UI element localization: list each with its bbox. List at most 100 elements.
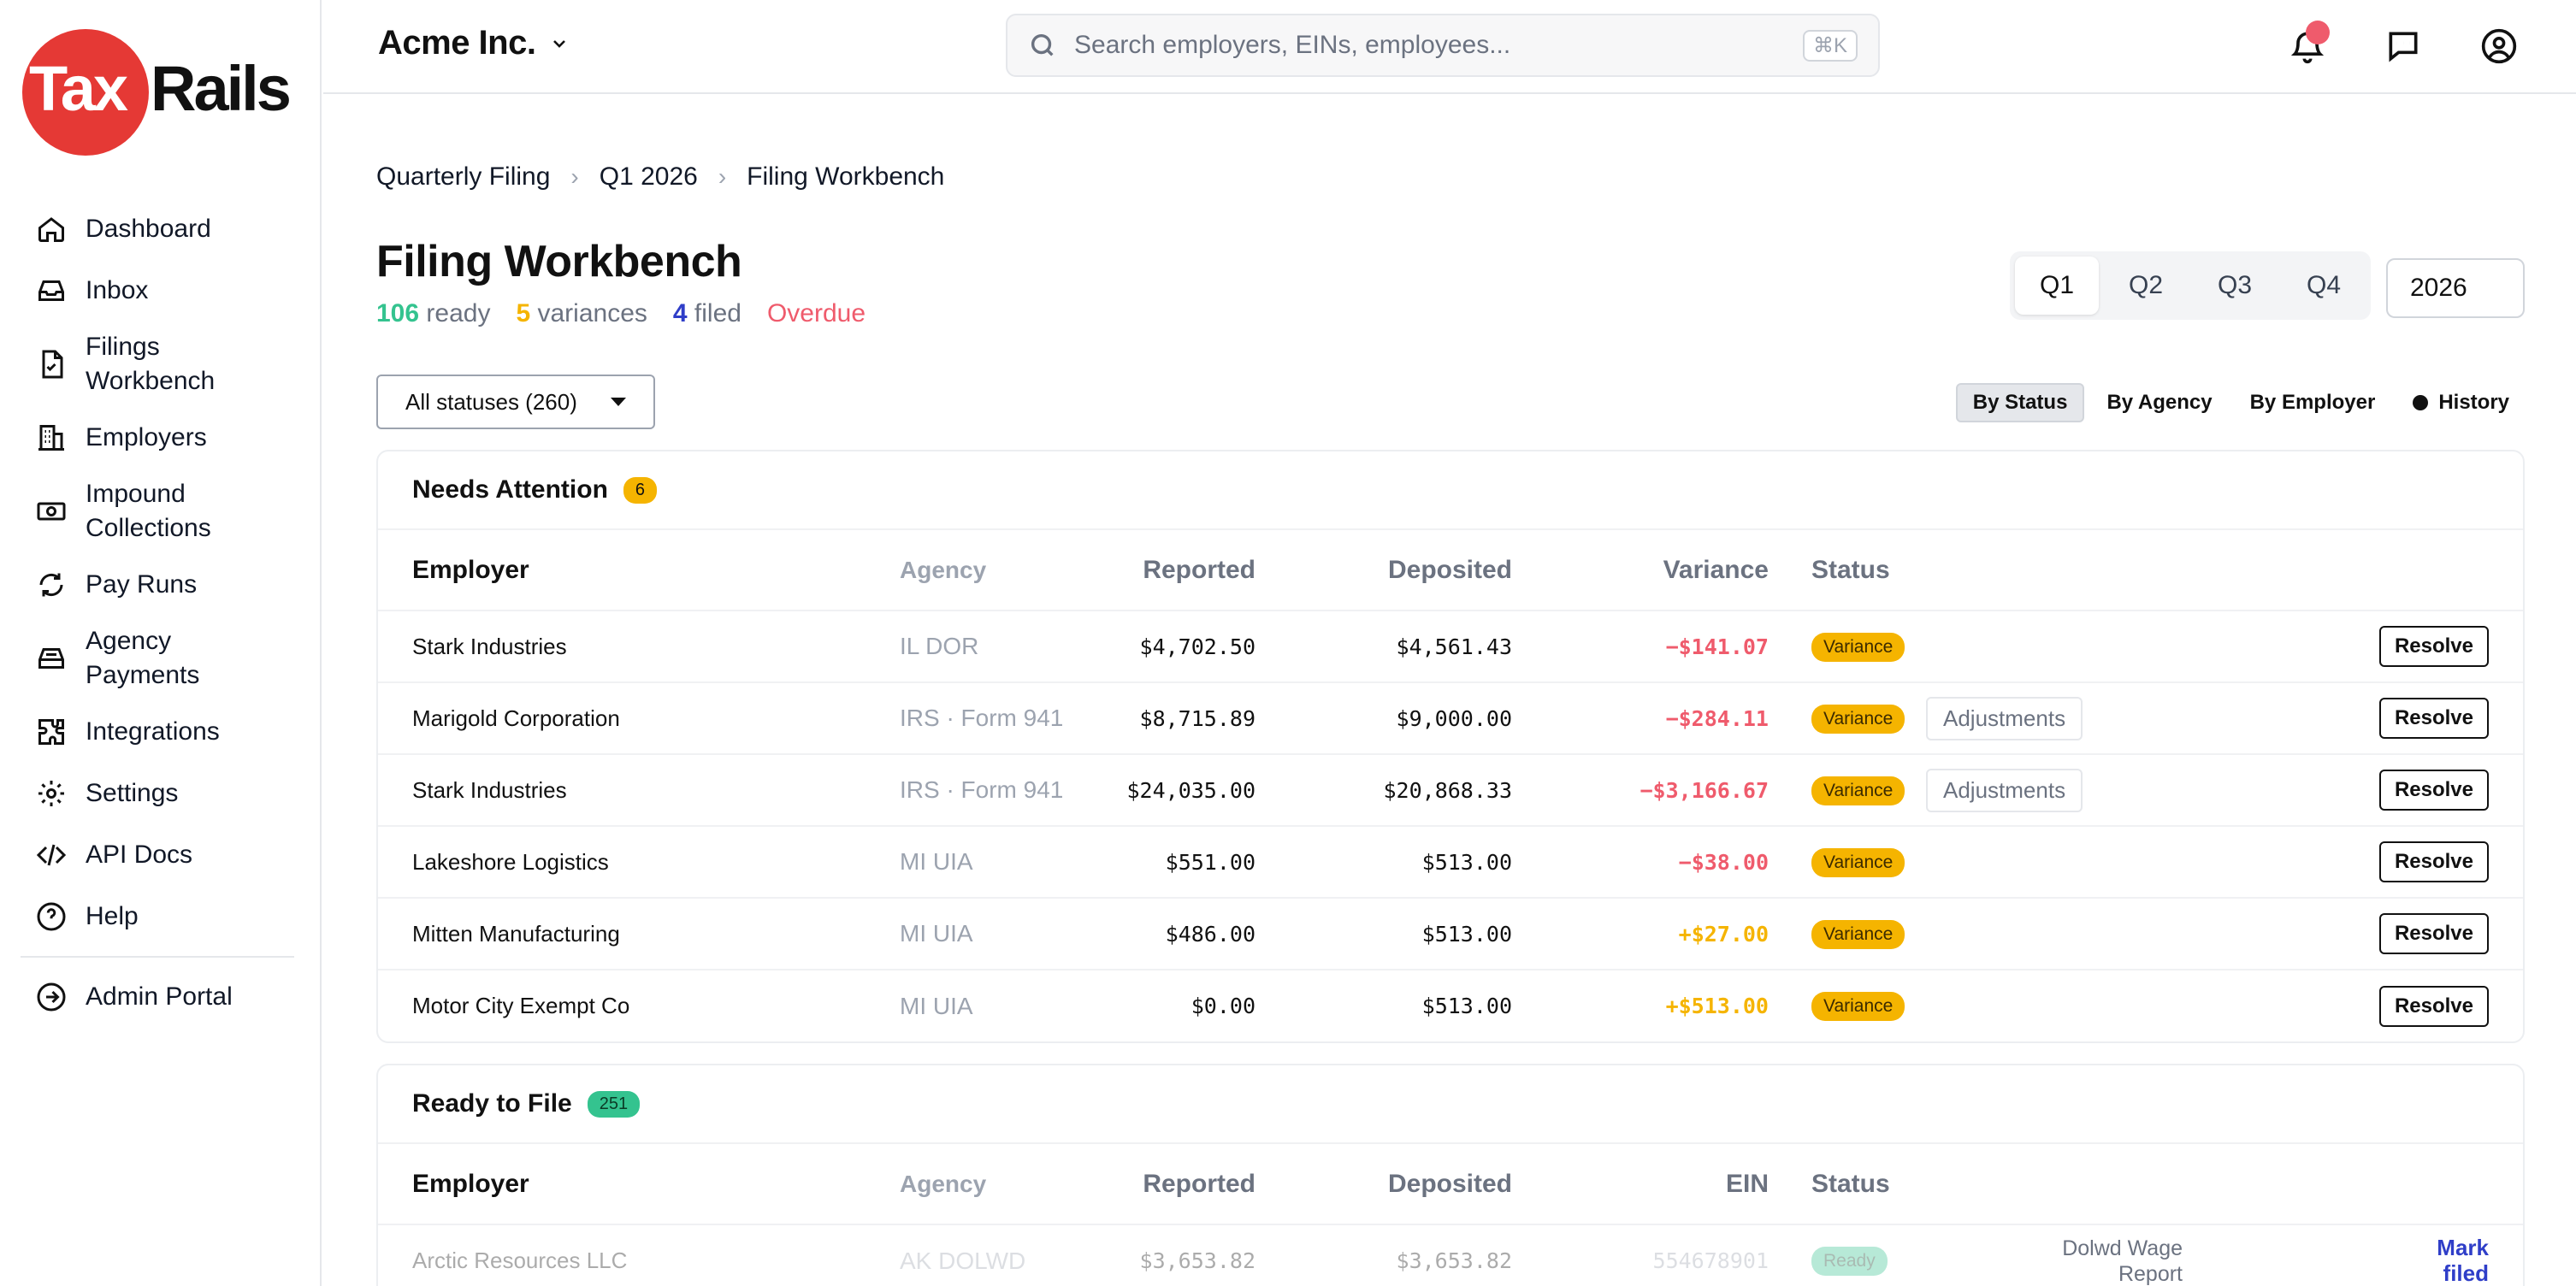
cell-employer: Arctic Resources LLC — [378, 1224, 900, 1286]
cell-status: Variance — [1769, 969, 1926, 1041]
table-row[interactable]: Lakeshore Logistics MI UIA $551.00 $513.… — [378, 825, 2523, 898]
col-employer[interactable]: Employer — [378, 1144, 900, 1224]
sidebar-nav: Dashboard Inbox Filings Workbench Employ… — [21, 198, 294, 1028]
cell-deposited: $513.00 — [1256, 969, 1512, 1041]
cell-adjustments — [1926, 969, 2183, 1041]
summary-overdue[interactable]: Overdue — [767, 299, 866, 328]
variances-count: 5 — [516, 299, 531, 327]
summary-variances[interactable]: 5 variances — [516, 299, 647, 328]
status-filter-dropdown[interactable]: All statuses (260) — [376, 375, 655, 429]
cell-reported: $8,715.89 — [1114, 681, 1256, 754]
summary-ready[interactable]: 106 ready — [376, 299, 490, 328]
col-employer[interactable]: Employer — [378, 530, 900, 611]
adjustments-button[interactable]: Adjustments — [1926, 696, 2083, 740]
sidebar-item-settings[interactable]: Settings — [21, 763, 294, 824]
quarter-q1[interactable]: Q1 — [2015, 257, 2099, 315]
sidebar-item-help[interactable]: Help — [21, 886, 294, 947]
company-name: Acme Inc. — [378, 24, 536, 62]
col-status[interactable]: Status — [1769, 530, 1926, 611]
resolve-button[interactable]: Resolve — [2378, 985, 2489, 1027]
chevron-right-icon: › — [570, 163, 579, 190]
col-status[interactable]: Status — [1769, 1144, 1926, 1224]
sidebar-item-label: Settings — [86, 779, 179, 807]
sidebar-item-employers[interactable]: Employers — [21, 407, 294, 469]
help-circle-icon — [34, 900, 68, 934]
col-agency[interactable]: Agency — [900, 530, 1114, 611]
table-header-row: Employer Agency Reported Deposited EIN S… — [378, 1144, 2523, 1224]
card-title: Needs Attention — [412, 475, 608, 504]
sidebar-item-pay-runs[interactable]: Pay Runs — [21, 554, 294, 616]
adjustments-button[interactable]: Adjustments — [1926, 768, 2083, 812]
sidebar-item-label: Help — [86, 902, 139, 930]
messages-button[interactable] — [2378, 21, 2429, 72]
inbox-icon — [34, 274, 68, 308]
account-button[interactable] — [2473, 21, 2525, 72]
card-title: Ready to File — [412, 1089, 572, 1118]
sidebar-item-agency-payments[interactable]: Agency Payments — [21, 616, 294, 701]
col-reported[interactable]: Reported — [1114, 1144, 1256, 1224]
col-deposited[interactable]: Deposited — [1256, 1144, 1512, 1224]
sidebar-item-filings-workbench[interactable]: Filings Workbench — [21, 322, 294, 407]
nav-divider — [21, 956, 294, 958]
logo-rails-text: Rails — [151, 53, 292, 124]
sidebar-item-admin-portal[interactable]: Admin Portal — [21, 966, 294, 1028]
global-search[interactable]: ⌘K — [1006, 14, 1880, 77]
cell-adjustments — [1926, 825, 2183, 898]
resolve-button[interactable]: Resolve — [2378, 770, 2489, 811]
breadcrumb-quarterly-filing[interactable]: Quarterly Filing — [376, 162, 550, 192]
resolve-button[interactable]: Resolve — [2378, 626, 2489, 667]
view-by-employer[interactable]: By Employer — [2235, 383, 2391, 422]
col-deposited[interactable]: Deposited — [1256, 530, 1512, 611]
sidebar-item-dashboard[interactable]: Dashboard — [21, 198, 294, 260]
table-row[interactable]: Arctic Resources LLC AK DOLWD $3,653.82 … — [378, 1224, 2523, 1286]
logo-tax-text: Tax — [29, 53, 128, 124]
sidebar-item-impound-collections[interactable]: Impound Collections — [21, 469, 294, 554]
mark-filed-link[interactable]: Mark filed — [2429, 1235, 2489, 1286]
quarter-q4[interactable]: Q4 — [2282, 257, 2366, 315]
view-history[interactable]: History — [2397, 383, 2525, 422]
sidebar-item-inbox[interactable]: Inbox — [21, 260, 294, 322]
cell-reported: $3,653.82 — [1114, 1224, 1256, 1286]
table-row[interactable]: Stark Industries IRS · Form 941 $24,035.… — [378, 753, 2523, 826]
status-badge: Variance — [1811, 919, 1905, 949]
year-input[interactable]: 2026 — [2386, 258, 2525, 318]
home-icon — [34, 212, 68, 246]
resolve-button[interactable]: Resolve — [2378, 841, 2489, 882]
table-row[interactable]: Mitten Manufacturing MI UIA $486.00 $513… — [378, 897, 2523, 970]
report-type: Dolwd Wage Report — [2062, 1236, 2183, 1286]
cell-status: Variance — [1769, 897, 1926, 970]
company-switcher[interactable]: Acme Inc. — [378, 24, 570, 62]
col-ein[interactable]: EIN — [1512, 1144, 1769, 1224]
status-filter-value: All statuses (260) — [405, 388, 577, 415]
col-action — [2183, 1144, 2523, 1224]
caret-down-icon — [611, 398, 626, 406]
table-row[interactable]: Motor City Exempt Co MI UIA $0.00 $513.0… — [378, 969, 2523, 1041]
sidebar-item-api-docs[interactable]: API Docs — [21, 824, 294, 886]
quarter-q2[interactable]: Q2 — [2104, 257, 2188, 315]
cell-agency: IRS · Form 941 — [900, 753, 1114, 826]
col-agency[interactable]: Agency — [900, 1144, 1114, 1224]
view-by-status[interactable]: By Status — [1955, 383, 2085, 422]
count-badge: 6 — [623, 476, 658, 504]
col-variance[interactable]: Variance — [1512, 530, 1769, 611]
status-badge: Variance — [1811, 704, 1905, 734]
notifications-button[interactable] — [2282, 21, 2333, 72]
sidebar-item-label: Admin Portal — [86, 982, 233, 1011]
summary-filed[interactable]: 4 filed — [673, 299, 741, 328]
table-row[interactable]: Stark Industries IL DOR $4,702.50 $4,561… — [378, 610, 2523, 682]
cell-variance: −$141.07 — [1512, 610, 1769, 682]
taxrails-logo[interactable]: Tax Rails — [22, 29, 296, 157]
quarter-q3[interactable]: Q3 — [2193, 257, 2277, 315]
resolve-button[interactable]: Resolve — [2378, 913, 2489, 954]
view-by-agency[interactable]: By Agency — [2091, 383, 2227, 422]
sidebar-item-integrations[interactable]: Integrations — [21, 701, 294, 763]
col-reported[interactable]: Reported — [1114, 530, 1256, 611]
banknote-icon — [34, 494, 68, 528]
col-action — [2183, 530, 2523, 611]
breadcrumb-q1-2026[interactable]: Q1 2026 — [600, 162, 698, 192]
resolve-button[interactable]: Resolve — [2378, 698, 2489, 739]
table-row[interactable]: Marigold Corporation IRS · Form 941 $8,7… — [378, 681, 2523, 754]
search-input[interactable] — [1074, 31, 1803, 60]
cell-action: Mark filed — [2183, 1224, 2523, 1286]
arrow-right-circle-icon — [34, 980, 68, 1014]
